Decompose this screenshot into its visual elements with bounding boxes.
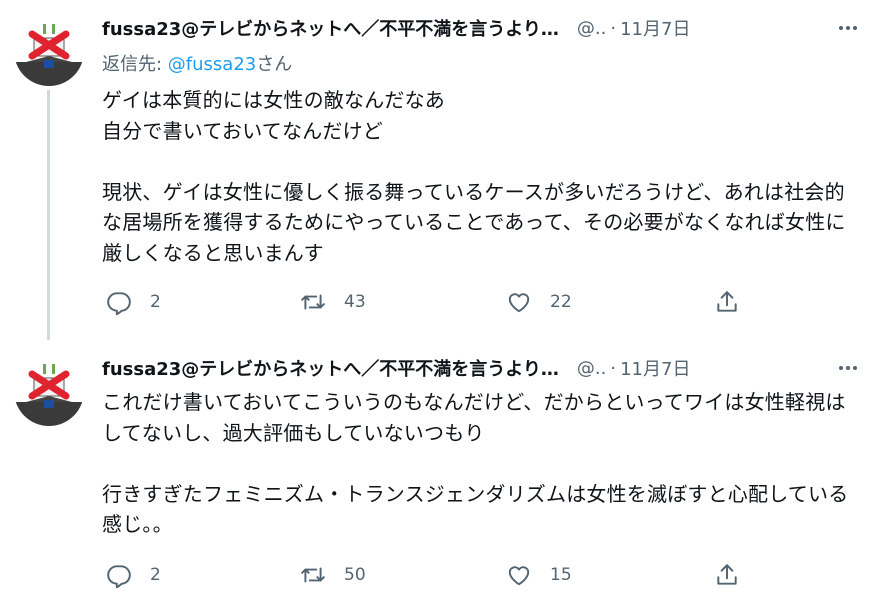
like-count: 22 [550, 292, 572, 312]
share-button[interactable] [714, 560, 740, 590]
share-icon [717, 564, 737, 585]
retweet-button[interactable]: 43 [300, 287, 366, 317]
reply-to-prefix: 返信先: [102, 54, 168, 75]
share-button[interactable] [714, 287, 740, 317]
tweet-text: これだけ書いておいてこういうのもなんだけど、だからといってワイは女性軽視はしてな… [102, 390, 849, 536]
action-bar: 2 50 15 [102, 560, 752, 590]
tweet-header: fussa23@テレビからネットへ／不平不満を言うより… @.. · 11月7日 [102, 14, 862, 42]
like-button[interactable]: 22 [506, 287, 572, 317]
more-icon[interactable] [836, 18, 860, 38]
share-icon [717, 291, 737, 312]
retweet-count: 50 [344, 565, 366, 585]
heart-icon [508, 566, 530, 586]
heart-icon [508, 293, 530, 313]
timestamp[interactable]: 11月7日 [620, 355, 690, 381]
reply-mention-link[interactable]: @fussa23 [168, 54, 256, 75]
timestamp[interactable]: 11月7日 [620, 15, 690, 41]
reply-to-suffix: さん [256, 54, 293, 75]
thread-line [47, 90, 50, 340]
separator-dot: · [610, 357, 617, 379]
retweet-button[interactable]: 50 [300, 560, 366, 590]
reply-button[interactable]: 2 [106, 287, 161, 317]
tweet[interactable]: fussa23@テレビからネットへ／不平不満を言うより… @.. · 11月7日… [0, 340, 892, 610]
more-icon[interactable] [836, 358, 860, 378]
reply-button[interactable]: 2 [106, 560, 161, 590]
display-name[interactable]: fussa23@テレビからネットへ／不平不満を言うより… [102, 15, 559, 41]
reply-to: 返信先: @fussa23さん [102, 50, 292, 76]
tweet-header: fussa23@テレビからネットへ／不平不満を言うより… @.. · 11月7日 [102, 354, 862, 382]
user-handle[interactable]: @.. [577, 358, 606, 379]
user-handle[interactable]: @.. [577, 18, 606, 39]
avatar[interactable] [14, 16, 84, 86]
reply-count: 2 [150, 565, 161, 585]
reply-icon [107, 292, 131, 315]
like-button[interactable]: 15 [506, 560, 572, 590]
reply-icon [107, 565, 131, 588]
separator-dot: · [610, 17, 617, 39]
retweet-icon [301, 567, 325, 583]
like-count: 15 [550, 565, 572, 585]
display-name[interactable]: fussa23@テレビからネットへ／不平不満を言うより… [102, 355, 559, 381]
retweet-count: 43 [344, 292, 366, 312]
tweet[interactable]: fussa23@テレビからネットへ／不平不満を言うより… @.. · 11月7日… [0, 0, 892, 340]
avatar[interactable] [14, 356, 84, 426]
action-bar: 2 43 22 [102, 287, 752, 317]
retweet-icon [301, 294, 325, 310]
tweet-text: ゲイは本質的には女性の敵なんだなあ 自分で書いておいてなんだけど 現状、ゲイは女… [102, 88, 846, 265]
reply-count: 2 [150, 292, 161, 312]
